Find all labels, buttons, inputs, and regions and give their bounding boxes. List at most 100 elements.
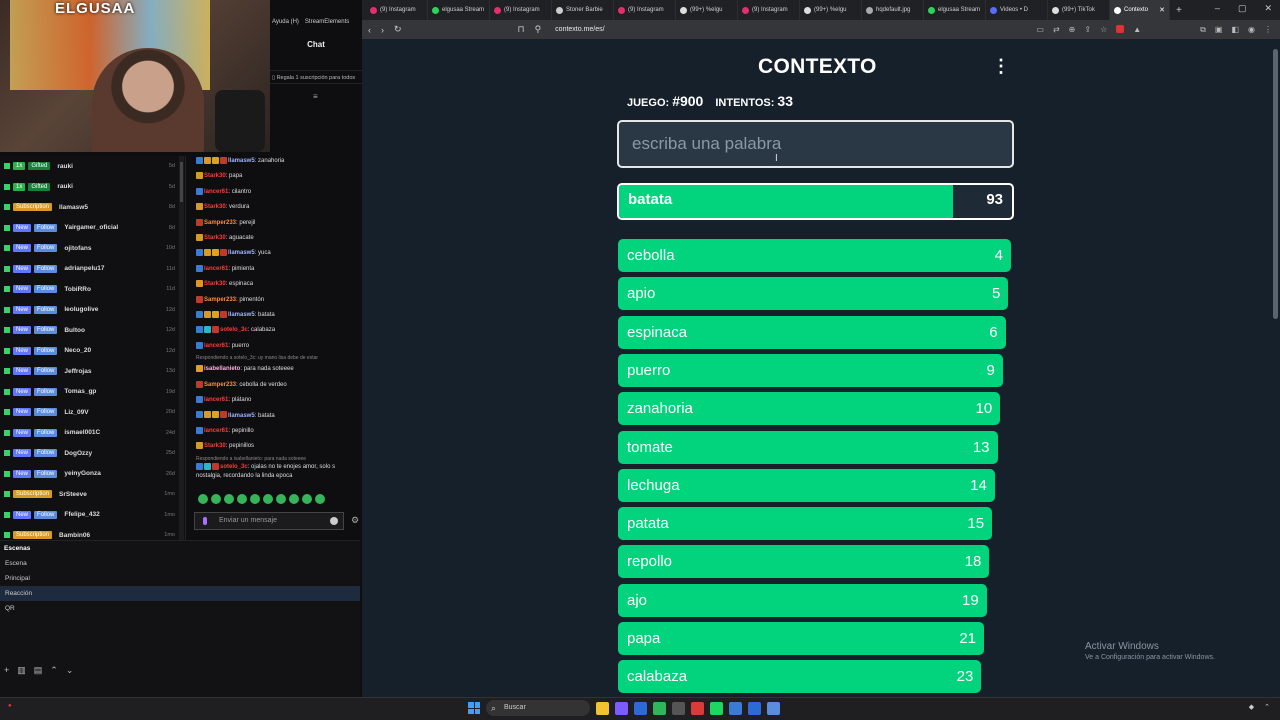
chat-username[interactable]: llamasw5 xyxy=(228,158,255,164)
browser-tab[interactable]: (99+) %elgu xyxy=(676,0,738,20)
chat-username[interactable]: lancer61 xyxy=(204,428,228,434)
close-window-icon[interactable]: ✕ xyxy=(1264,3,1272,14)
cast-icon[interactable]: ▭ xyxy=(1036,25,1044,35)
url-field[interactable]: contexto.me/es/ xyxy=(555,26,604,33)
taskbar-app-icon[interactable] xyxy=(672,701,685,715)
replay-icon[interactable] xyxy=(4,470,10,477)
chat-username[interactable]: isabellanieto xyxy=(204,366,240,372)
replay-icon[interactable] xyxy=(4,306,10,313)
menu-help[interactable]: Ayuda (H) xyxy=(272,19,299,25)
replay-icon[interactable] xyxy=(4,327,10,334)
replay-icon[interactable] xyxy=(4,245,10,252)
replay-icon[interactable] xyxy=(4,163,10,170)
star-icon[interactable]: ☆ xyxy=(1100,25,1107,35)
activity-row[interactable]: New Follow Neco_20 12d xyxy=(0,341,185,362)
taskbar-app-icon[interactable] xyxy=(748,701,761,715)
chat-username[interactable]: sotelo_3c xyxy=(220,327,248,333)
chat-username[interactable]: lancer61 xyxy=(204,266,228,272)
browser-tab[interactable]: (9) Instagram xyxy=(738,0,800,20)
taskbar-app-icon[interactable] xyxy=(596,701,609,715)
replay-icon[interactable] xyxy=(4,204,10,211)
weather-widget-icon[interactable]: ● xyxy=(8,703,12,709)
activity-row[interactable]: 1x Gifted rauki 5d xyxy=(0,156,185,177)
replay-icon[interactable] xyxy=(4,491,10,498)
scene-filter-icon[interactable]: ▤ xyxy=(34,665,43,676)
replay-icon[interactable] xyxy=(4,532,10,539)
browser-tab[interactable]: (9) Instagram xyxy=(490,0,552,20)
taskbar-app-icon[interactable] xyxy=(710,701,723,715)
emote-picker-icon[interactable] xyxy=(330,517,338,525)
more-options-icon[interactable]: ⋮ xyxy=(992,57,1010,75)
profile-icon[interactable]: ◉ xyxy=(1248,25,1255,35)
chat-message-input[interactable]: Enviar un mensaje xyxy=(194,512,344,530)
new-tab-icon[interactable]: + xyxy=(1176,5,1182,16)
browser-tab[interactable]: hqdefault.jpg xyxy=(862,0,924,20)
emote-icon[interactable] xyxy=(211,494,221,504)
replay-icon[interactable] xyxy=(4,224,10,231)
page-scrollbar[interactable] xyxy=(1273,49,1278,689)
activity-row[interactable]: New Follow ojitofans 10d xyxy=(0,238,185,259)
emote-icon[interactable] xyxy=(237,494,247,504)
replay-icon[interactable] xyxy=(4,511,10,518)
extensions-icon[interactable]: ⧉ xyxy=(1200,25,1206,35)
chat-username[interactable]: Samper233 xyxy=(204,297,236,303)
chat-username[interactable]: Stark30 xyxy=(204,173,226,179)
replay-icon[interactable] xyxy=(4,409,10,416)
scene-item[interactable]: QR xyxy=(0,601,360,616)
emote-icon[interactable] xyxy=(250,494,260,504)
move-down-icon[interactable]: ⌄ xyxy=(66,665,74,676)
chat-username[interactable]: llamasw5 xyxy=(228,312,255,318)
chat-settings-icon[interactable]: ⚙ xyxy=(351,515,359,526)
chat-username[interactable]: lancer61 xyxy=(204,189,228,195)
replay-icon[interactable] xyxy=(4,265,10,272)
scene-item[interactable]: Escena xyxy=(0,556,360,571)
browser-tab[interactable]: (99+) TikTok xyxy=(1048,0,1110,20)
reload-icon[interactable]: ↻ xyxy=(394,24,402,35)
emote-icon[interactable] xyxy=(289,494,299,504)
add-scene-icon[interactable]: + xyxy=(4,665,9,676)
taskbar-app-icon[interactable] xyxy=(615,701,628,715)
browser-tab[interactable]: elgusaa Stream xyxy=(428,0,490,20)
browser-tab[interactable]: Contexto ✕ xyxy=(1110,0,1170,20)
activity-row[interactable]: New Follow Tomas_gp 19d xyxy=(0,382,185,403)
emote-icon[interactable] xyxy=(263,494,273,504)
tab-close-icon[interactable]: ✕ xyxy=(1159,6,1165,14)
browser-tab[interactable]: Stoner Barbie xyxy=(552,0,614,20)
taskbar-app-icon[interactable] xyxy=(634,701,647,715)
bookmark-icon[interactable]: ⊓ xyxy=(518,24,525,35)
activity-row[interactable]: New Follow DogOzzy 25d xyxy=(0,443,185,464)
scene-item[interactable]: Principal xyxy=(0,571,360,586)
chat-username[interactable]: Stark30 xyxy=(204,204,226,210)
tray-arrow-icon[interactable]: ⌃ xyxy=(1264,703,1270,711)
activity-row[interactable]: New Follow Bultoo 12d xyxy=(0,320,185,341)
chat-username[interactable]: lancer61 xyxy=(204,343,228,349)
activity-row[interactable]: New Follow ismael001C 24d xyxy=(0,423,185,444)
replay-icon[interactable] xyxy=(4,183,10,190)
activity-row[interactable]: Subscription SrSteeve 1mo xyxy=(0,484,185,505)
activity-row[interactable]: New Follow Ffelipe_432 1mo xyxy=(0,505,185,526)
emote-icon[interactable] xyxy=(276,494,286,504)
browser-tab[interactable]: (9) Instagram xyxy=(366,0,428,20)
minimize-icon[interactable]: – xyxy=(1215,3,1220,14)
activity-row[interactable]: New Follow Jeffrojas 13d xyxy=(0,361,185,382)
chat-username[interactable]: Stark30 xyxy=(204,235,226,241)
activity-row[interactable]: New Follow adrianpelu17 11d xyxy=(0,259,185,280)
activity-row[interactable]: New Follow leolugolive 12d xyxy=(0,300,185,321)
alert-icon[interactable]: ▲ xyxy=(1133,25,1141,35)
guess-input[interactable]: escriba una palabra xyxy=(617,120,1014,168)
tray-network-icon[interactable]: ◆ xyxy=(1249,703,1254,711)
activity-row[interactable]: New Follow yeinyGonza 26d xyxy=(0,464,185,485)
replay-icon[interactable] xyxy=(4,368,10,375)
activity-row[interactable]: 1x Gifted rauki 5d xyxy=(0,177,185,198)
maximize-icon[interactable]: ▢ xyxy=(1238,3,1247,14)
back-icon[interactable]: ‹ xyxy=(368,25,371,35)
forward-icon[interactable]: › xyxy=(381,25,384,35)
browser-tab[interactable]: (99+) %elgu xyxy=(800,0,862,20)
replay-icon[interactable] xyxy=(4,347,10,354)
start-icon[interactable] xyxy=(468,702,480,714)
emote-icon[interactable] xyxy=(198,494,208,504)
taskbar-app-icon[interactable] xyxy=(653,701,666,715)
share-icon[interactable]: ⇪ xyxy=(1084,25,1091,35)
chat-username[interactable]: lancer61 xyxy=(204,397,228,403)
taskbar-app-icon[interactable] xyxy=(691,701,704,715)
